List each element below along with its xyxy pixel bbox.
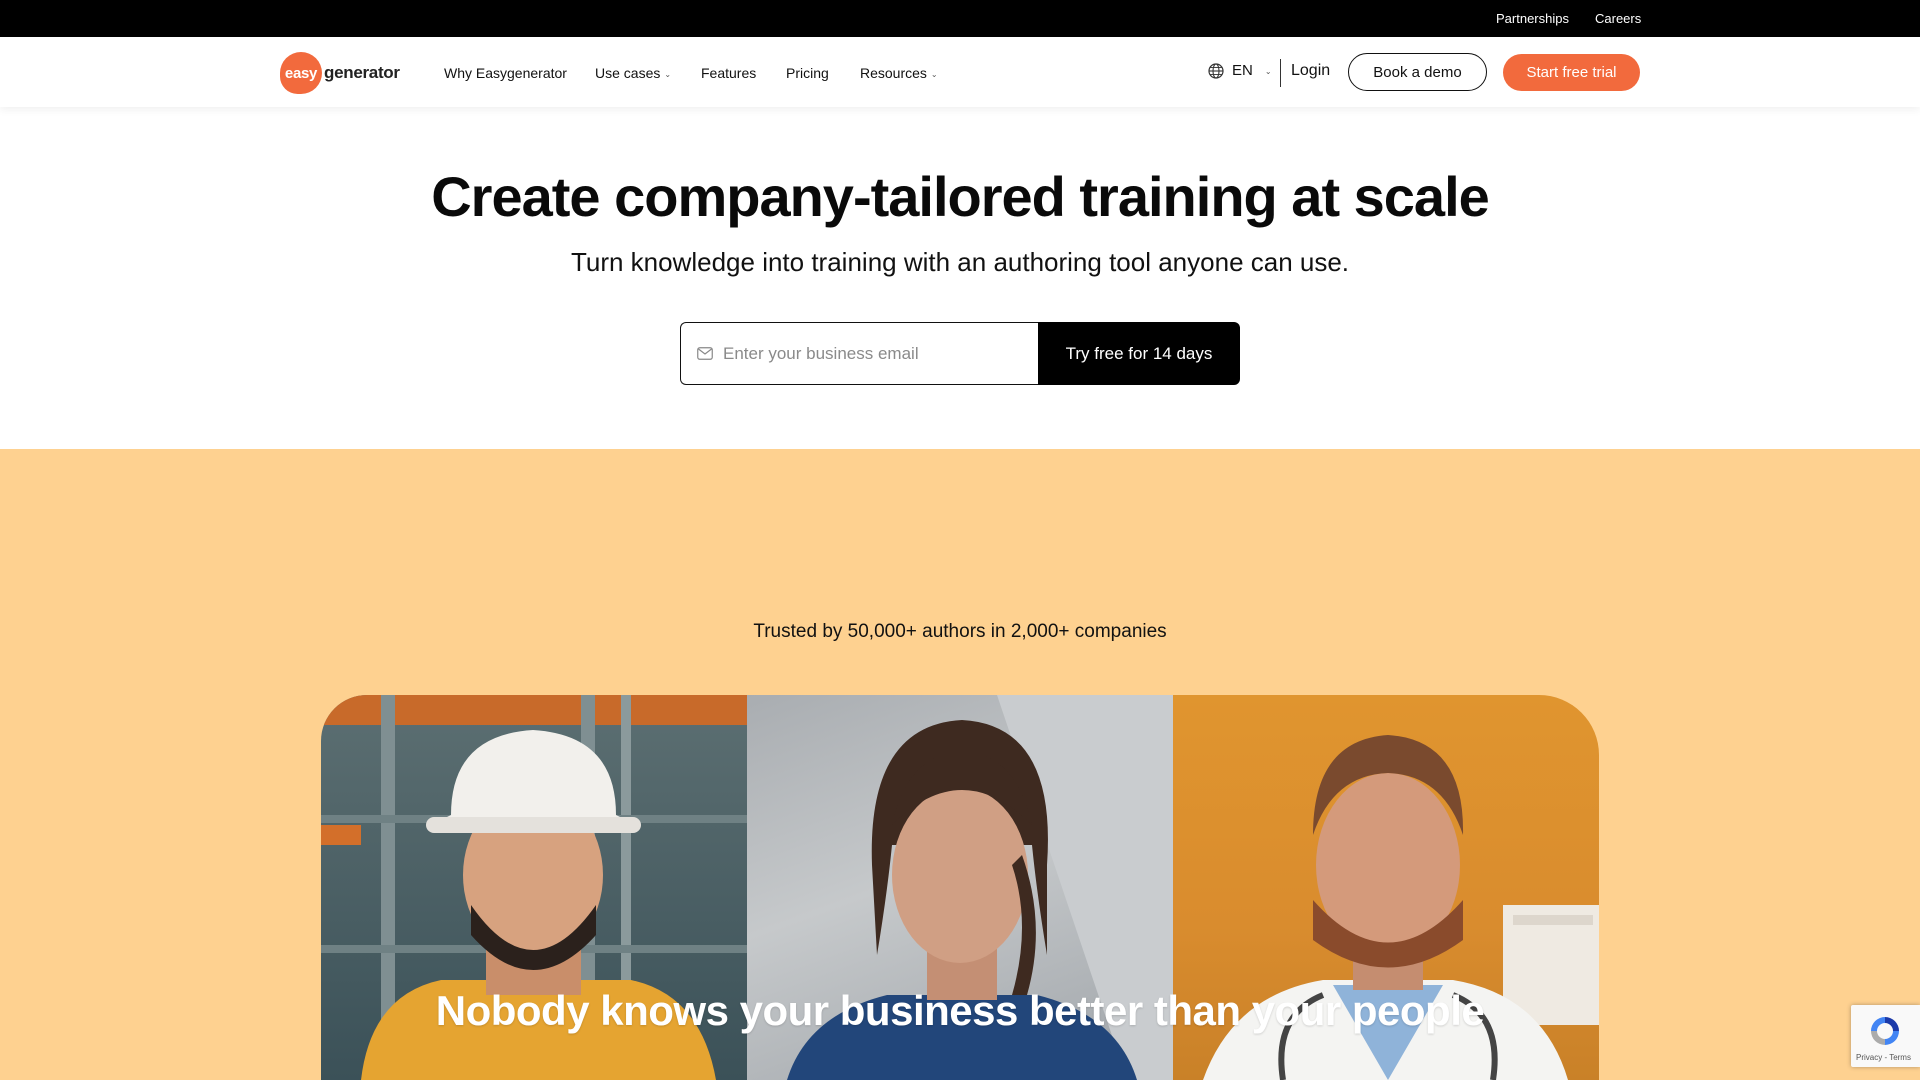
recaptcha-icon: [1871, 1017, 1899, 1045]
hero-subtitle: Turn knowledge into training with an aut…: [570, 247, 1350, 277]
nav-item-pricing[interactable]: Pricing: [786, 65, 829, 81]
nav-item-resources[interactable]: Resources ⌄: [860, 65, 938, 81]
logo-wordmark: generator: [324, 63, 400, 82]
main-nav: easy generator Why Easygenerator Use cas…: [0, 37, 1920, 107]
nav-item-label: Use cases: [595, 65, 661, 81]
nav-item-use-cases[interactable]: Use cases ⌄: [595, 65, 671, 81]
try-free-button[interactable]: Try free for 14 days: [1038, 322, 1240, 385]
globe-icon: [1208, 62, 1224, 79]
easygenerator-logo[interactable]: easy generator: [280, 52, 400, 94]
nav-item-label: Resources: [860, 65, 927, 81]
start-free-trial-button[interactable]: Start free trial: [1503, 54, 1640, 91]
chevron-down-icon: ⌄: [664, 69, 672, 79]
panel-headline: Nobody knows your business better than y…: [435, 987, 1485, 1034]
nav-item-label: Features: [701, 65, 757, 81]
mail-icon: [697, 347, 713, 360]
book-demo-button[interactable]: Book a demo: [1348, 53, 1487, 91]
login-link[interactable]: Login: [1291, 62, 1330, 80]
chevron-down-icon: ⌄: [930, 69, 938, 79]
careers-link[interactable]: Careers: [1595, 11, 1641, 26]
trusted-by-text: Trusted by 50,000+ authors in 2,000+ com…: [753, 621, 1167, 642]
people-photo-panel: Nobody knows your business better than y…: [321, 695, 1599, 1080]
nav-item-why-easygenerator[interactable]: Why Easygenerator: [444, 65, 567, 81]
language-selector[interactable]: EN ⌄: [1208, 62, 1272, 79]
nav-item-label: Pricing: [786, 65, 829, 81]
nav-divider: [1280, 59, 1281, 87]
logo-prefix: easy: [284, 64, 318, 82]
signup-form: Try free for 14 days: [680, 322, 1240, 385]
chevron-down-icon: ⌄: [1264, 67, 1272, 76]
recaptcha-badge[interactable]: Privacy - Terms: [1851, 1005, 1920, 1067]
nav-item-features[interactable]: Features: [701, 65, 756, 81]
email-input[interactable]: [723, 343, 1023, 364]
language-code: EN: [1232, 62, 1253, 79]
nav-item-label: Why Easygenerator: [444, 65, 567, 81]
recaptcha-terms[interactable]: Privacy - Terms: [1856, 1053, 1911, 1062]
hero-title: Create company-tailored training at scal…: [431, 165, 1490, 228]
email-field-wrapper[interactable]: [680, 322, 1038, 385]
top-utility-bar: Partnerships Careers: [0, 0, 1920, 37]
partnerships-link[interactable]: Partnerships: [1496, 11, 1569, 26]
logo-mark: easy: [280, 52, 322, 94]
